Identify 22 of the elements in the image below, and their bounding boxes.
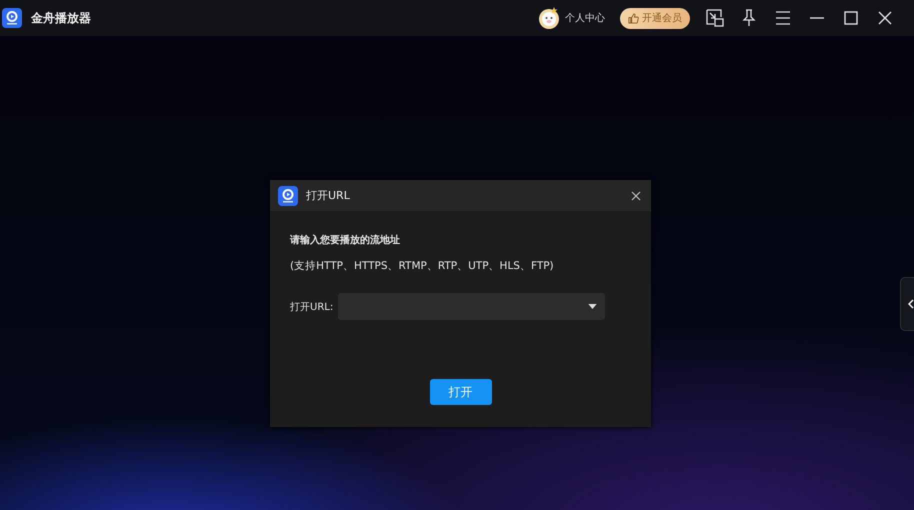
close-icon[interactable] [876,9,894,27]
app-logo-icon [278,186,298,206]
open-button[interactable]: 打开 [430,379,492,405]
avatar-icon[interactable] [537,6,561,30]
maximize-icon[interactable] [842,9,860,27]
close-icon[interactable] [631,190,641,200]
window-title: 金舟播放器 [31,10,91,26]
menu-icon[interactable] [774,9,792,27]
app-logo-icon [2,8,22,28]
supported-protocols-text: (支持HTTP、HTTPS、RTMP、RTP、UTP、HLS、FTP) [290,259,554,273]
thumbs-up-icon [628,12,639,24]
pin-icon[interactable] [740,9,758,27]
dialog-title: 打开URL [306,188,351,203]
dropdown-caret-icon[interactable] [588,304,598,309]
chevron-left-icon [908,299,914,309]
user-center-link[interactable]: 个人中心 [565,11,605,25]
vip-button[interactable]: 开通会员 [620,8,690,28]
picture-in-picture-icon[interactable] [706,9,724,27]
prompt-text: 请输入您要播放的流地址 [290,233,400,247]
side-panel-handle[interactable] [900,277,914,331]
url-combo-field[interactable] [338,293,606,320]
url-label: 打开URL: [290,300,334,314]
